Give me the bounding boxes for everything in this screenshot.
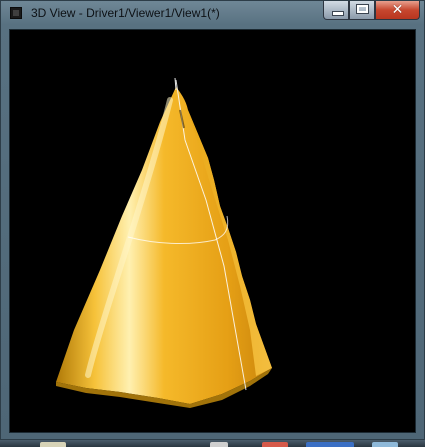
minimize-icon	[332, 11, 344, 16]
app-window-icon[interactable]	[10, 7, 22, 19]
close-icon: ✕	[391, 2, 404, 18]
3d-viewport[interactable]	[9, 29, 416, 433]
taskbar-item-2[interactable]	[210, 442, 228, 447]
cone-tip-line	[174, 77, 177, 91]
taskbar-item-4[interactable]	[306, 442, 354, 447]
maximize-icon	[356, 4, 369, 14]
window-title: 3D View - Driver1/Viewer1/View1(*)	[31, 6, 220, 20]
viewer-window: 3D View - Driver1/Viewer1/View1(*) ✕	[0, 0, 425, 440]
taskbar-item-5[interactable]	[372, 442, 398, 447]
minimize-button[interactable]	[323, 1, 349, 20]
taskbar-item-1[interactable]	[40, 442, 66, 447]
close-button[interactable]: ✕	[375, 1, 420, 20]
3d-scene	[56, 77, 272, 408]
taskbar-item-3[interactable]	[262, 442, 288, 447]
maximize-button[interactable]	[349, 1, 375, 20]
title-bar[interactable]: 3D View - Driver1/Viewer1/View1(*) ✕	[1, 1, 424, 25]
taskbar	[0, 440, 425, 447]
caption-buttons: ✕	[323, 1, 420, 20]
